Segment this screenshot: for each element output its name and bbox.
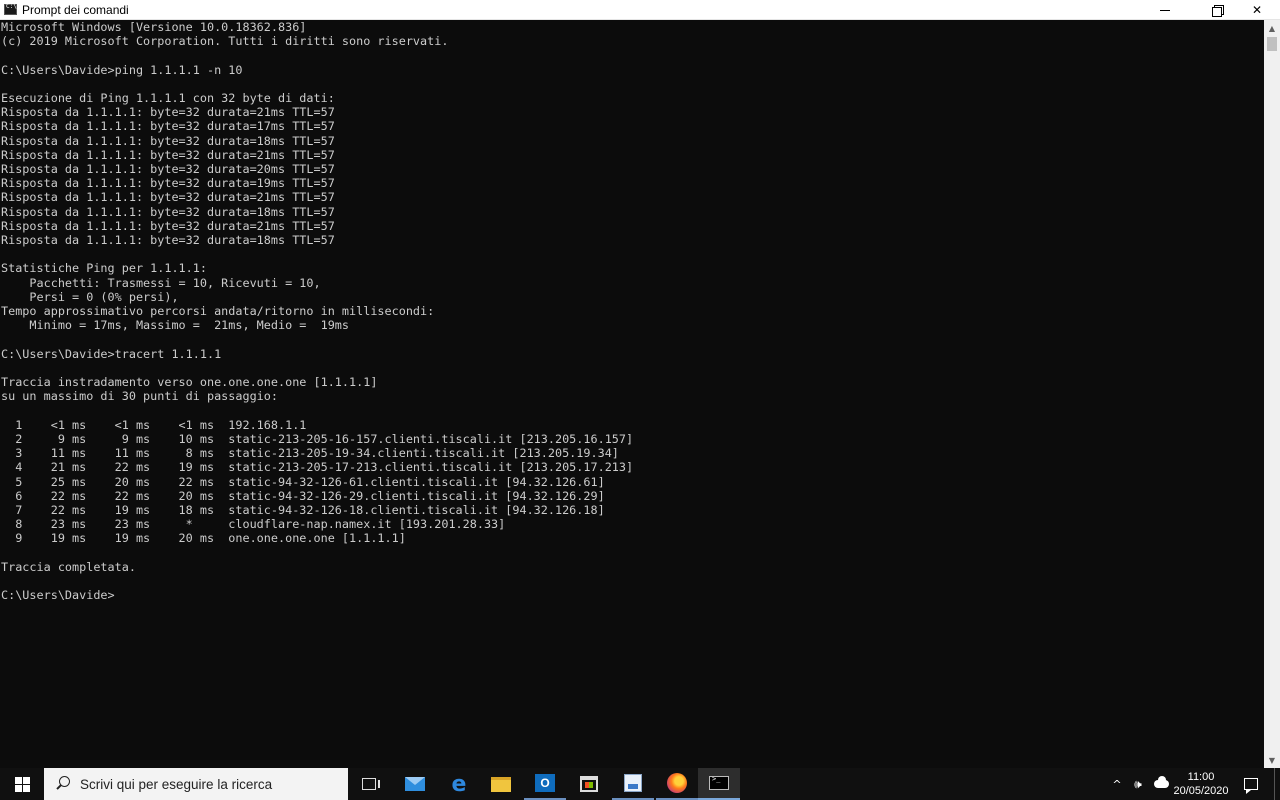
store-icon xyxy=(580,776,598,792)
console-line: Tempo approssimativo percorsi andata/rit… xyxy=(1,304,435,319)
task-view-icon xyxy=(362,778,380,790)
scroll-down-arrow-icon[interactable]: ▼ xyxy=(1264,752,1280,768)
show-hidden-icons-button[interactable]: ^ xyxy=(1106,768,1128,800)
action-center-button[interactable] xyxy=(1236,768,1266,800)
edge-button[interactable]: e xyxy=(438,768,480,800)
firefox-icon xyxy=(667,773,687,793)
onedrive-cloud-icon xyxy=(1153,776,1169,788)
edge-icon: e xyxy=(451,771,467,797)
scroll-thumb[interactable] xyxy=(1267,37,1277,51)
console-line: C:\Users\Davide>tracert 1.1.1.1 xyxy=(1,346,222,361)
minimize-icon xyxy=(1160,9,1170,11)
console-line: Microsoft Windows [Versione 10.0.18362.8… xyxy=(1,20,307,34)
console-line: 2 9 ms 9 ms 10 ms static-213-205-16-157.… xyxy=(1,431,634,446)
outlook-icon: O xyxy=(535,774,555,792)
console-line: 5 25 ms 20 ms 22 ms static-94-32-126-61.… xyxy=(1,474,605,489)
console-line: Esecuzione di Ping 1.1.1.1 con 32 byte d… xyxy=(1,91,335,106)
firefox-button[interactable] xyxy=(656,768,698,800)
console-line: Minimo = 17ms, Massimo = 21ms, Medio = 1… xyxy=(1,318,350,333)
clock[interactable]: 11:00 20/05/2020 xyxy=(1168,768,1234,800)
paint-button[interactable] xyxy=(612,768,654,800)
console-line: 6 22 ms 22 ms 20 ms static-94-32-126-29.… xyxy=(1,488,605,503)
search-placeholder: Scrivi qui per eseguire la ricerca xyxy=(80,776,273,792)
console-line: Statistiche Ping per 1.1.1.1: xyxy=(1,261,207,276)
console-line: 8 23 ms 23 ms * cloudflare-nap.namex.it … xyxy=(1,517,506,532)
console-line: 9 19 ms 19 ms 20 ms one.one.one.one [1.1… xyxy=(1,531,406,546)
console-line: Risposta da 1.1.1.1: byte=32 durata=17ms… xyxy=(1,119,335,134)
file-explorer-icon xyxy=(491,776,511,792)
title-bar[interactable]: Prompt dei comandi ✕ xyxy=(0,0,1280,20)
store-button[interactable] xyxy=(568,768,610,800)
taskbar: Scrivi qui per eseguire la ricerca e O ^… xyxy=(0,768,1280,800)
console-line: Risposta da 1.1.1.1: byte=32 durata=18ms… xyxy=(1,133,335,148)
console-output[interactable]: Microsoft Windows [Versione 10.0.18362.8… xyxy=(0,20,1264,768)
console-line: Risposta da 1.1.1.1: byte=32 durata=18ms… xyxy=(1,204,335,219)
volume-icon: 🕪 xyxy=(1134,776,1142,791)
vertical-scrollbar[interactable]: ▲ ▼ xyxy=(1264,20,1280,768)
console-line: Traccia completata. xyxy=(1,559,136,574)
taskbar-search-box[interactable]: Scrivi qui per eseguire la ricerca xyxy=(44,768,348,800)
console-line: Risposta da 1.1.1.1: byte=32 durata=19ms… xyxy=(1,176,335,191)
start-button[interactable] xyxy=(0,768,44,800)
outlook-button[interactable]: O xyxy=(524,768,566,800)
console-line: Risposta da 1.1.1.1: byte=32 durata=21ms… xyxy=(1,190,335,205)
task-view-button[interactable] xyxy=(348,768,390,800)
file-explorer-button[interactable] xyxy=(480,768,522,800)
console-line: (c) 2019 Microsoft Corporation. Tutti i … xyxy=(1,34,449,49)
console-line: su un massimo di 30 punti di passaggio: xyxy=(1,389,278,404)
command-prompt-taskbar-button[interactable] xyxy=(698,768,740,800)
console-line: Risposta da 1.1.1.1: byte=32 durata=21ms… xyxy=(1,218,335,233)
restore-icon xyxy=(1212,5,1224,17)
console-line: C:\Users\Davide> xyxy=(1,588,115,603)
volume-button[interactable]: 🕪 xyxy=(1128,768,1148,800)
console-line: Risposta da 1.1.1.1: byte=32 durata=20ms… xyxy=(1,162,335,177)
search-icon xyxy=(54,775,72,793)
console-line: Pacchetti: Trasmessi = 10, Ricevuti = 10… xyxy=(1,275,321,290)
window-title: Prompt dei comandi xyxy=(22,3,129,17)
windows-logo-icon xyxy=(14,776,30,792)
console-line: 7 22 ms 19 ms 18 ms static-94-32-126-18.… xyxy=(1,502,605,517)
clock-time: 11:00 xyxy=(1187,771,1215,783)
console-line: Traccia instradamento verso one.one.one.… xyxy=(1,375,378,390)
console-line: Risposta da 1.1.1.1: byte=32 durata=21ms… xyxy=(1,105,335,120)
close-button[interactable]: ✕ xyxy=(1234,0,1280,20)
command-prompt-icon[interactable] xyxy=(4,3,17,15)
show-desktop-button[interactable] xyxy=(1274,768,1280,800)
console-line: 4 21 ms 22 ms 19 ms static-213-205-17-21… xyxy=(1,460,634,475)
paint-icon xyxy=(624,774,642,792)
console-line: Persi = 0 (0% persi), xyxy=(1,289,179,304)
notification-icon xyxy=(1244,778,1258,794)
mail-button[interactable] xyxy=(394,768,436,800)
console-line: C:\Users\Davide>ping 1.1.1.1 -n 10 xyxy=(1,62,243,77)
mail-icon xyxy=(405,777,425,791)
console-line: 1 <1 ms <1 ms <1 ms 192.168.1.1 xyxy=(1,417,307,432)
close-icon: ✕ xyxy=(1251,3,1263,17)
console-line: Risposta da 1.1.1.1: byte=32 durata=18ms… xyxy=(1,233,335,248)
minimize-button[interactable] xyxy=(1142,0,1188,20)
console-line: 3 11 ms 11 ms 8 ms static-213-205-19-34.… xyxy=(1,446,619,461)
command-prompt-icon xyxy=(709,775,729,790)
scroll-up-arrow-icon[interactable]: ▲ xyxy=(1264,20,1280,36)
console-line: Risposta da 1.1.1.1: byte=32 durata=21ms… xyxy=(1,147,335,162)
chevron-up-icon: ^ xyxy=(1112,777,1122,791)
clock-date: 20/05/2020 xyxy=(1173,785,1229,797)
console-text: Microsoft Windows [Versione 10.0.18362.8… xyxy=(0,20,1264,602)
